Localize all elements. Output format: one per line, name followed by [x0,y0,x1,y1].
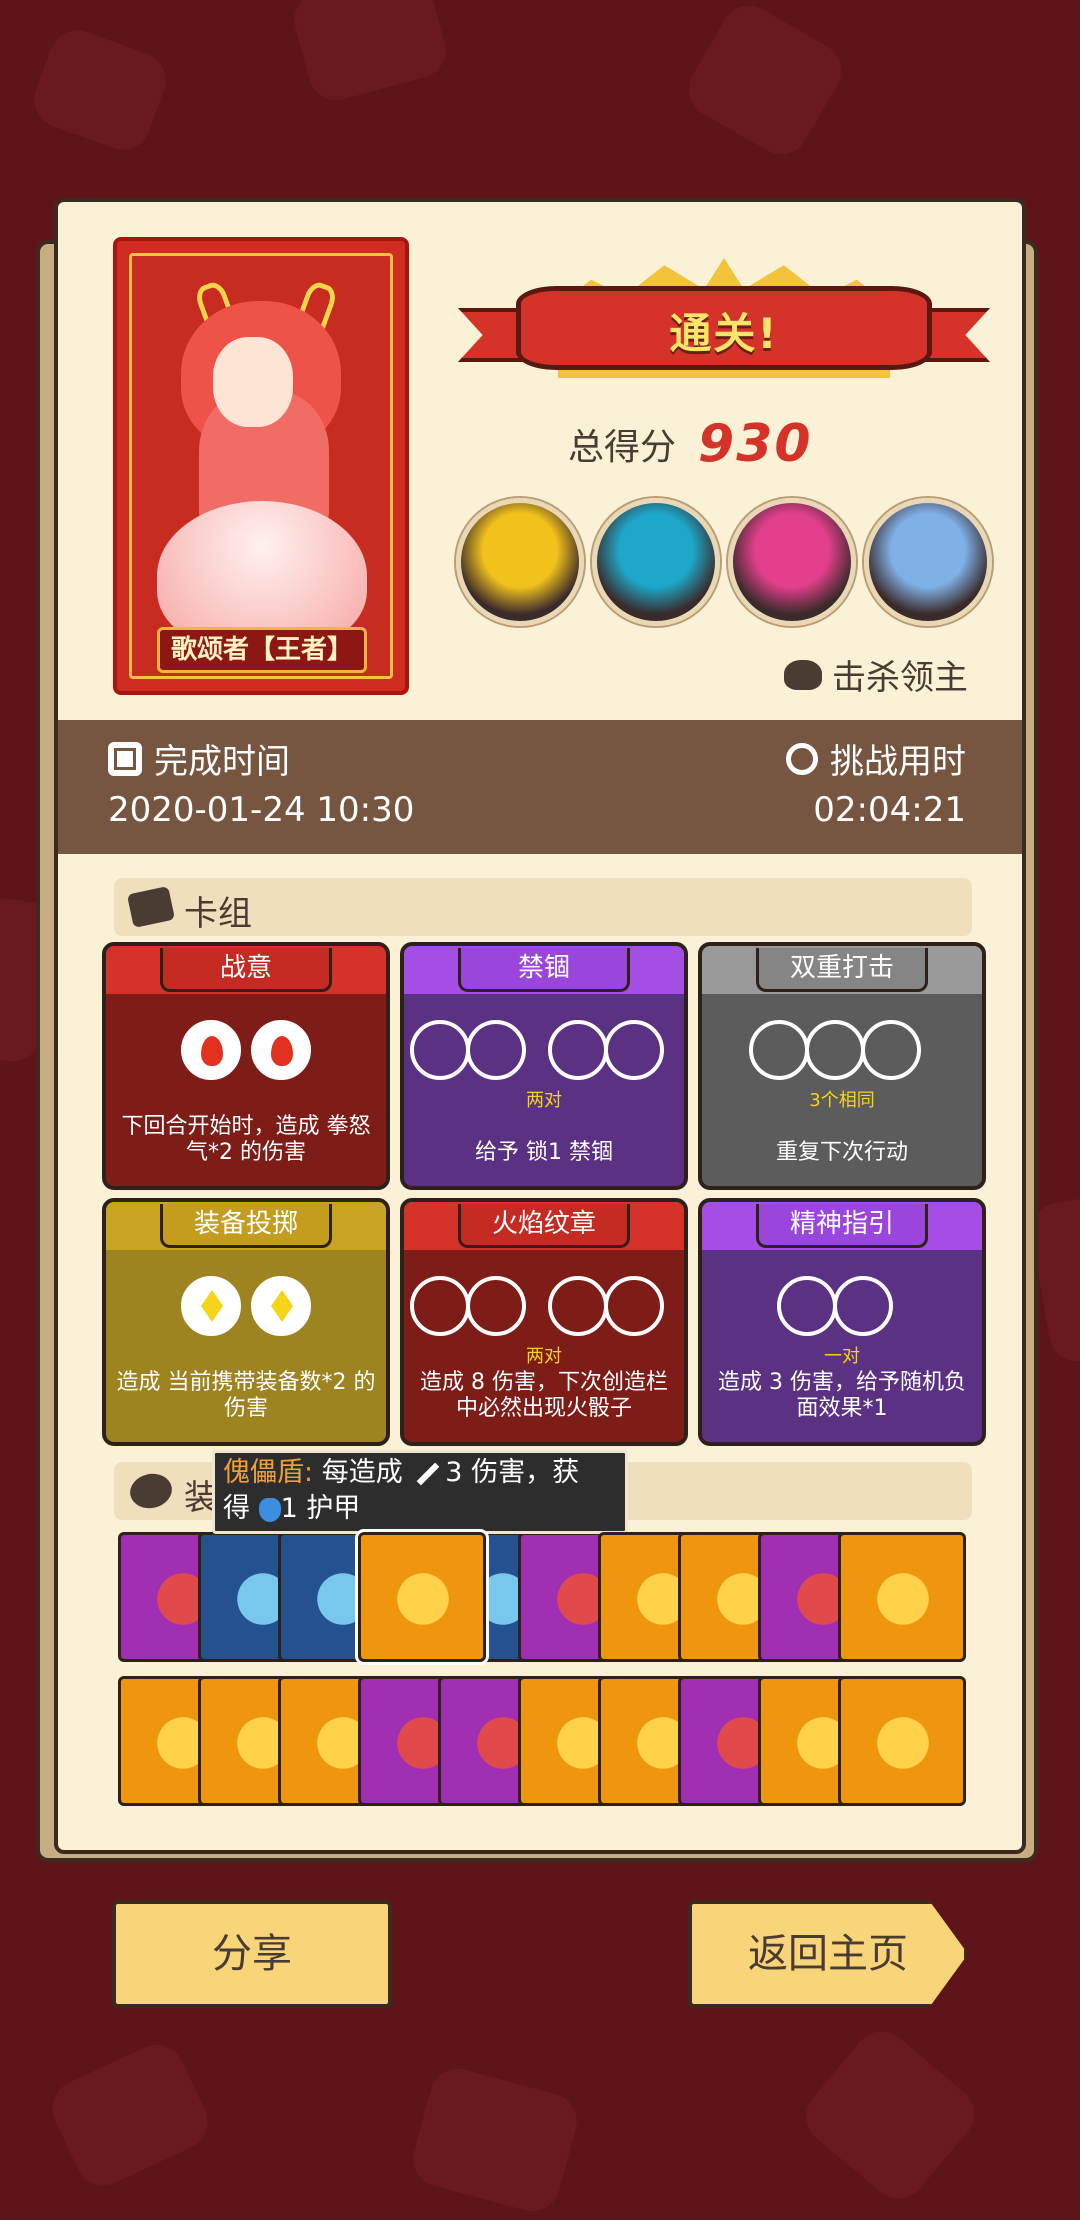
deck-card[interactable]: 双重打击 3个相同重复下次行动 [698,942,986,1190]
card-title: 双重打击 [756,948,928,992]
deck-title: 卡组 [184,894,252,934]
card-condition: 3个相同 [809,1090,875,1111]
card-title: 火焰纹章 [458,1204,630,1248]
boss-skull-king-icon [864,498,992,626]
tooltip-text-2: 伤害，获 [471,1457,580,1488]
card-title: 精神指引 [756,1204,928,1248]
item-tooltip: 傀儡盾: 每造成 3 伤害，获 得 1 护甲 [212,1450,628,1534]
fire-die-icon [181,1020,241,1080]
challenge-time-label-row: 挑战用时 [786,734,966,783]
calendar-icon [108,741,142,776]
tooltip-text-3: 得 [223,1493,250,1524]
challenge-time-value: 02:04:21 [813,790,966,830]
victory-banner: 通关! [458,250,990,388]
dice-slots [404,1276,684,1336]
cards-icon [126,886,176,928]
green-potion-icon [863,1559,943,1639]
card-description: 造成 8 伤害，下次创造栏中必然出现火骰子 [420,1370,668,1421]
challenge-time-label: 挑战用时 [830,742,966,782]
completion-time-value: 2020-01-24 10:30 [108,790,415,830]
empty-die-slot [410,1020,470,1080]
dice-slots [106,1020,386,1080]
equipment-row-2 [118,1676,968,1806]
boss-mask-icon [728,498,856,626]
card-description: 给予 锁1 禁锢 [475,1140,613,1165]
empty-die-slot [749,1020,809,1080]
deck-card[interactable]: 禁锢两对给予 锁1 禁锢 [400,942,688,1190]
completion-time-label-row: 完成时间 [108,734,290,783]
dice-slots [702,1276,982,1336]
card-description: 造成 3 伤害，给予随机负面效果*1 [718,1370,966,1421]
score-label: 总得分 [568,427,677,468]
card-condition: 两对 [526,1346,562,1367]
card-description: 重复下次行动 [775,1140,908,1165]
empty-die-slot [410,1276,470,1336]
kill-boss-label: 击杀领主 [832,658,968,698]
score-row: 总得分 930 [568,414,813,474]
equipment-item[interactable] [355,1529,489,1665]
empty-die-slot [805,1020,865,1080]
sword-icon [416,1462,440,1485]
completion-time-label: 完成时间 [154,742,290,782]
deck-card[interactable]: 火焰纹章两对造成 8 伤害，下次创造栏中必然出现火骰子 [400,1198,688,1446]
dice-slots [702,1020,982,1080]
tooltip-item-name: 傀儡盾: [223,1457,314,1488]
kill-boss-label-row: 击杀领主 [784,650,968,699]
card-title: 禁锢 [458,948,630,992]
tooltip-damage: 3 [445,1457,463,1488]
equipment-item[interactable] [838,1676,966,1806]
boss-list [456,498,992,626]
share-button[interactable]: 分享 [112,1900,392,2008]
deck-section-header: 卡组 [114,878,972,936]
boss-shadow-icon [592,498,720,626]
empty-die-slot [861,1020,921,1080]
equipment-row-1 [118,1529,968,1665]
tooltip-text-4: 护甲 [306,1493,361,1524]
lion-ring-icon [863,1703,943,1783]
hero-face-icon [213,337,293,427]
puppet-shield-icon [383,1559,463,1639]
equipment-icon [126,1470,176,1512]
card-description: 造成 当前携带装备数*2 的伤害 [116,1370,376,1421]
tooltip-armor: 1 [280,1493,298,1524]
dice-slots [404,1020,684,1080]
time-bar: 完成时间 2020-01-24 10:30 挑战用时 02:04:21 [58,720,1022,854]
empty-die-slot [548,1020,608,1080]
empty-die-slot [833,1276,893,1336]
empty-die-slot [604,1276,664,1336]
hero-portrait-card: 歌颂者【王者】 [113,237,409,695]
stopwatch-icon [786,742,818,775]
return-home-button[interactable]: 返回主页 [688,1900,968,2008]
empty-die-slot [604,1020,664,1080]
empty-die-slot [548,1276,608,1336]
deck-card[interactable]: 装备投掷造成 当前携带装备数*2 的伤害 [102,1198,390,1446]
empty-die-slot [466,1276,526,1336]
fire-die-icon [251,1020,311,1080]
tooltip-text-1: 每造成 [321,1457,403,1488]
deck-card[interactable]: 战意下回合开始时，造成 拳怒气*2 的伤害 [102,942,390,1190]
skull-icon [784,659,822,690]
deck-card[interactable]: 精神指引一对造成 3 伤害，给予随机负面效果*1 [698,1198,986,1446]
score-value: 930 [698,414,813,474]
equipment-item[interactable] [838,1532,966,1662]
dice-slots [106,1276,386,1336]
boss-straw-hat-icon [456,498,584,626]
result-panel: 歌颂者【王者】 通关! 总得分 930 击杀领主 完成时间 2020-01-24… [54,198,1026,1854]
empty-die-slot [466,1020,526,1080]
victory-text: 通关! [669,309,779,358]
card-condition: 两对 [526,1090,562,1111]
empty-die-slot [777,1276,837,1336]
card-description: 下回合开始时，造成 拳怒气*2 的伤害 [121,1114,371,1165]
diamond-die-icon [181,1276,241,1336]
card-condition: 一对 [824,1346,860,1367]
card-title: 战意 [160,948,332,992]
hero-name: 歌颂者【王者】 [157,627,367,673]
card-title: 装备投掷 [160,1204,332,1248]
shield-icon [258,1497,281,1522]
diamond-die-icon [251,1276,311,1336]
